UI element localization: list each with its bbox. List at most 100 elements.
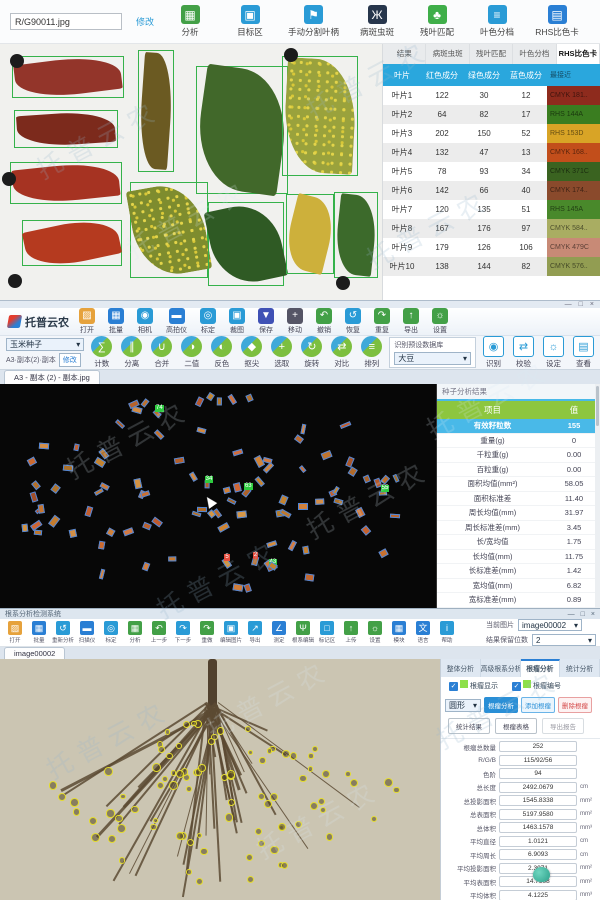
root-field-value[interactable]: 1.0121 — [499, 835, 577, 847]
root-tool-chart-button[interactable]: ▦ 分析 — [124, 621, 146, 644]
table-row[interactable]: 叶片9 179 126 106 CMYK 479C — [383, 238, 600, 257]
root-tool-help-button[interactable]: i 帮助 — [436, 621, 458, 644]
root-tool-export-button[interactable]: ↑ 上传 — [340, 621, 362, 644]
nodule-analyze-button[interactable]: 根瘤分析 — [484, 697, 518, 713]
shape-select[interactable]: 圆形 ▾ — [445, 698, 481, 712]
maximize-icon[interactable]: □ — [581, 611, 585, 618]
seed-tool-redo-button[interactable]: ↷ 重复 — [374, 308, 390, 335]
table-row[interactable]: 长标准差(mm) 1.42 — [437, 564, 600, 579]
close-icon[interactable]: × — [590, 301, 594, 308]
root-tool-gear-button[interactable]: ☼ 设置 — [364, 621, 386, 644]
export-report-button[interactable]: 导出报告 — [542, 718, 584, 734]
seed-tool-open-button[interactable]: ▨ 打开 — [79, 308, 95, 335]
table-row[interactable]: 叶片2 64 82 17 RHS 144A — [383, 105, 600, 124]
root-tool-rootedit-button[interactable]: Ψ 根系编辑 — [292, 621, 314, 644]
seed-tool-save-button[interactable]: ▼ 保存 — [258, 308, 274, 335]
root-panel-tab-3[interactable]: 统计分析 — [560, 659, 600, 677]
filename-input[interactable] — [10, 13, 122, 30]
checkbox-checked-icon[interactable]: ✓ — [449, 681, 458, 691]
root-field-value[interactable]: 94 — [499, 768, 577, 780]
seed-tool-scanner-button[interactable]: ▬ 高拍仪 — [166, 308, 187, 335]
scrollbar[interactable] — [595, 384, 600, 608]
add-nodule-button[interactable]: 添加根瘤 — [521, 697, 555, 713]
root-tool-calib-button[interactable]: ◎ 标定 — [100, 621, 122, 644]
leaf-tab-0[interactable]: 结果 — [383, 44, 427, 64]
root-panel-tab-1[interactable]: 高级根系分析 — [481, 659, 521, 677]
maximize-icon[interactable]: □ — [579, 301, 583, 308]
table-row[interactable]: 有效籽粒数 155 — [437, 419, 600, 434]
table-row[interactable]: 叶片4 132 47 13 CMYK 168.. — [383, 143, 600, 162]
root-field-value[interactable]: 252 — [499, 741, 577, 753]
leaf-tool-layers-button[interactable]: ≡ 叶色分档 — [475, 5, 519, 38]
table-row[interactable]: 叶片6 142 66 40 CMYK 174.. — [383, 181, 600, 200]
root-field-value[interactable]: 5197.9580 — [499, 808, 577, 820]
table-row[interactable]: 宽标准差(mm) 0.89 — [437, 593, 600, 608]
seed-recognize-button[interactable]: ◉ 识别 — [483, 336, 504, 369]
seed-image-canvas[interactable]: 433457463255 — [0, 384, 437, 608]
root-tool-module-button[interactable]: ▦ 模块 — [388, 621, 410, 644]
root-tool-crop-button[interactable]: ▣ 编辑图片 — [220, 621, 242, 644]
sample-modify-button[interactable]: 修改 — [58, 353, 81, 367]
seed-op-pick-button[interactable]: + 选取 — [271, 336, 293, 369]
modify-link[interactable]: 修改 — [136, 15, 154, 28]
table-row[interactable]: 百粒重(g) 0.00 — [437, 463, 600, 477]
nodule-table-button[interactable]: 根瘤表格 — [495, 718, 537, 734]
table-row[interactable]: 叶片10 138 144 82 CMYK 576.. — [383, 257, 600, 276]
root-tool-open-button[interactable]: ▨ 打开 — [4, 621, 26, 644]
root-tool-measure-button[interactable]: ∠ 测定 — [268, 621, 290, 644]
table-row[interactable]: 面积均值(mm²) 58.05 — [437, 477, 600, 492]
seed-op-count-button[interactable]: ∑ 计数 — [91, 336, 113, 369]
seed-tool-undo-button[interactable]: ↶ 撤销 — [316, 308, 332, 335]
seed-tool-calib-button[interactable]: ◎ 标定 — [200, 308, 216, 335]
root-tool-restore-button[interactable]: ↺ 重新分析 — [52, 621, 74, 644]
table-row[interactable]: 重量(g) 0 — [437, 434, 600, 448]
leaf-tool-flag-button[interactable]: ⚑ 手动分割叶柄 — [288, 5, 339, 38]
root-tool-scanner-button[interactable]: ▬ 扫描仪 — [76, 621, 98, 644]
seed-tool-restore-button[interactable]: ↺ 恢复 — [345, 308, 361, 335]
seed-op-rotate-button[interactable]: ↻ 旋转 — [301, 336, 323, 369]
leaf-tool-card-button[interactable]: ▤ RHS比色卡 — [535, 5, 579, 38]
current-image-select[interactable]: image00002 ▾ — [518, 619, 582, 631]
table-row[interactable]: 周长均值(mm) 31.97 — [437, 506, 600, 521]
seed-op-invert-button[interactable]: ◐ 反色 — [211, 336, 233, 369]
root-tool-mark-button[interactable]: □ 标记区 — [316, 621, 338, 644]
root-field-value[interactable]: 1545.8338 — [499, 795, 577, 807]
table-row[interactable]: 千粒重(g) 0.00 — [437, 448, 600, 463]
seed-document-tab[interactable]: A3 - 副本 (2) - 副本.jpg — [4, 370, 100, 384]
seed-tool-export-button[interactable]: ↑ 导出 — [403, 308, 419, 335]
root-field-value[interactable]: 6.9093 — [499, 849, 577, 861]
leaf-tab-1[interactable]: 病斑虫斑 — [426, 44, 470, 64]
table-row[interactable]: 长均值(mm) 11.75 — [437, 550, 600, 564]
leaf-tool-target-button[interactable]: ▣ 目标区 — [228, 5, 272, 38]
minimize-icon[interactable]: — — [565, 301, 572, 308]
seed-op-sort-button[interactable]: ≡ 排列 — [361, 336, 383, 369]
root-tool-redo2-button[interactable]: ↷ 下一步 — [172, 621, 194, 644]
checkbox-checked-icon[interactable]: ✓ — [512, 681, 521, 691]
seed-tool-gear-button[interactable]: ☼ 设置 — [432, 308, 448, 335]
seed-config-button[interactable]: ☼ 设定 — [543, 336, 564, 369]
leaf-tool-leaf-button[interactable]: ♣ 残叶匹配 — [415, 5, 459, 38]
leaf-tool-bug-button[interactable]: Ж 病斑虫斑 — [355, 5, 399, 38]
minimize-icon[interactable]: — — [568, 611, 575, 618]
seed-op-split-button[interactable]: ∥ 分离 — [121, 336, 143, 369]
root-tool-export2-button[interactable]: ↗ 导出 — [244, 621, 266, 644]
seed-tool-batch-button[interactable]: ▦ 批量 — [108, 308, 124, 335]
leaf-image-canvas[interactable] — [0, 44, 383, 300]
leaf-tool-chart-button[interactable]: ▦ 分析 — [168, 5, 212, 38]
seed-op-compare-button[interactable]: ⇄ 对比 — [331, 336, 353, 369]
table-row[interactable]: 长/宽均值 1.75 — [437, 535, 600, 550]
seed-tool-move-button[interactable]: + 移动 — [287, 308, 303, 335]
seed-verify-button[interactable]: ⇄ 校验 — [513, 336, 534, 369]
table-row[interactable]: 面积标准差 11.40 — [437, 492, 600, 506]
table-row[interactable]: 叶片3 202 150 52 RHS 153D — [383, 124, 600, 143]
root-field-value[interactable]: 115/92/56 — [499, 754, 577, 766]
preset-db-select[interactable]: 大豆 ▾ — [394, 352, 471, 365]
stat-result-button[interactable]: 统计结果 — [448, 718, 490, 734]
root-field-value[interactable]: 1463.1578 — [499, 822, 577, 834]
leaf-tab-3[interactable]: 叶色分档 — [513, 44, 557, 64]
seed-op-merge-button[interactable]: ∪ 合并 — [151, 336, 173, 369]
seed-op-binary-button[interactable]: ◑ 二值 — [181, 336, 203, 369]
table-row[interactable]: 叶片7 120 135 51 RHS 145A — [383, 200, 600, 219]
root-panel-tab-2[interactable]: 根瘤分析 — [520, 659, 561, 677]
table-row[interactable]: 周长标准差(mm) 3.45 — [437, 521, 600, 535]
